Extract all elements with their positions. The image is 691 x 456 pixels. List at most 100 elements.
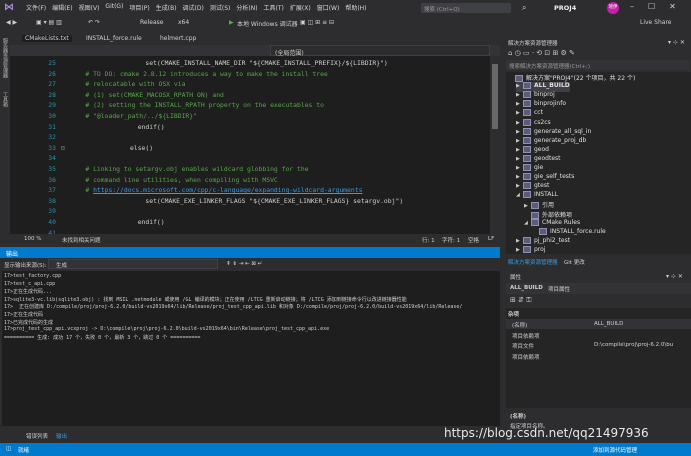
menu-item[interactable]: 编辑(E) <box>52 3 72 12</box>
server-explorer-tab[interactable]: 服务器资源管理器 <box>2 38 9 78</box>
code-line[interactable]: 26 # TO DO: cmake 2.8.12 introduces a wa… <box>10 70 490 81</box>
code-line[interactable]: 29 # (2) setting the INSTALL_RPATH prope… <box>10 101 490 112</box>
minimize-icon[interactable]: – <box>630 2 634 11</box>
categorized-icon[interactable]: ⊞ ⇵ ⚿ <box>510 296 532 305</box>
expand-icon[interactable]: ▶ <box>524 203 531 209</box>
search-icon[interactable]: ⌕ <box>522 3 526 13</box>
expand-icon[interactable]: ▶ <box>516 174 523 180</box>
expand-icon[interactable]: ▶ <box>516 147 523 153</box>
search-input[interactable]: 搜索 (Ctrl+Q) <box>421 3 511 13</box>
output-text[interactable]: 17>test_factory.cpp 17>test_c_api.cpp 17>正… <box>2 271 500 426</box>
fold-toggle[interactable]: ⊟ <box>61 144 65 152</box>
scroll-thumb[interactable] <box>492 64 498 129</box>
menu-item[interactable]: 窗口(W) <box>317 3 340 12</box>
platform-select[interactable]: x64 <box>178 19 189 26</box>
code-line[interactable]: 36 # command line utilities, when compil… <box>10 176 490 187</box>
expand-icon[interactable]: ▶ <box>516 238 523 244</box>
project-icon <box>523 191 531 199</box>
code-token: endif() <box>130 122 165 131</box>
maximize-icon[interactable]: ☐ <box>648 2 655 11</box>
property-row[interactable]: 项目依赖项 <box>506 330 691 340</box>
expand-icon[interactable]: ▶ <box>516 247 523 253</box>
property-value[interactable]: ALL_BUILD <box>594 321 623 327</box>
tab-output[interactable]: 输出 <box>56 432 67 440</box>
menu-item[interactable]: 扩展(X) <box>290 3 311 12</box>
code-line[interactable]: 39 <box>10 207 490 218</box>
run-debugger-button[interactable]: 本地 Windows 调试器 <box>237 19 298 28</box>
code-line[interactable]: 32 <box>10 133 490 144</box>
close-icon[interactable]: ✕ <box>669 2 676 11</box>
output-source-dropdown[interactable] <box>48 259 218 269</box>
undo-icon[interactable]: ↶ ↷ <box>88 19 100 26</box>
code-line[interactable]: 38 set(CMAKE_EXE_LINKER_FLAGS "${CMAKE_E… <box>10 197 490 208</box>
code-line[interactable]: 37 # https://docs.microsoft.com/cpp/c-la… <box>10 186 490 197</box>
pin-icon[interactable]: ▾ ⊹ ✕ <box>668 39 685 46</box>
code-line[interactable]: 35 # Linking to setargv.obj enables wild… <box>10 165 490 176</box>
code-line[interactable]: 40 endif() <box>10 218 490 229</box>
add-source-control-button[interactable]: 添加到源代码管理 <box>593 446 637 454</box>
code-line[interactable]: 34 <box>10 154 490 165</box>
expand-icon[interactable]: ▶ <box>516 92 523 98</box>
menu-item[interactable]: 调试(D) <box>183 3 204 12</box>
tab-error-list[interactable]: 错误列表 <box>26 432 48 440</box>
menu-item[interactable]: Git(G) <box>105 3 123 12</box>
issues-status: 未找到相关问题 <box>62 238 101 244</box>
scope-dropdown[interactable]: (全局范围) <box>270 45 490 57</box>
property-category[interactable]: 杂项 <box>506 308 691 318</box>
expand-icon[interactable]: ▶ <box>516 183 523 189</box>
expand-icon[interactable]: ◢ <box>516 192 523 198</box>
menu-item[interactable]: 测试(S) <box>210 3 231 12</box>
code-line[interactable]: 30 # "@loader_path/../${LIBDIR}" <box>10 112 490 123</box>
tab-solution-explorer[interactable]: 解决方案资源管理器 <box>508 258 558 266</box>
expand-icon[interactable]: ◢ <box>524 220 531 226</box>
zoom-level[interactable]: 100 % <box>24 236 41 242</box>
expand-icon[interactable]: ▶ <box>516 138 523 144</box>
code-link[interactable]: https://docs.microsoft.com/cpp/c-languag… <box>93 186 362 194</box>
tab-git-changes[interactable]: Git 更改 <box>564 258 585 266</box>
menu-item[interactable]: 文件(F) <box>26 3 46 12</box>
code-text: # TO DO: cmake 2.8.12 introduces a way t… <box>70 70 327 78</box>
code-line[interactable]: 27 # relocatable with OSX via <box>10 80 490 91</box>
pin-icon[interactable]: ▾ ⊹ ✕ <box>666 273 683 280</box>
output-toolbar-icons[interactable]: ⇞ ⇟ ⇥ ⇤ ⊠ ↵ <box>226 261 262 267</box>
property-row[interactable]: 项目依赖项 <box>506 351 691 361</box>
code-line[interactable]: 31 endif() <box>10 123 490 134</box>
menu-item[interactable]: 分析(N) <box>236 3 257 12</box>
solution-search-input[interactable]: 搜索解决方案资源管理器(Ctrl+;) <box>506 60 689 70</box>
back-icon[interactable]: ◀ ▶ <box>6 19 17 26</box>
menu-item[interactable]: 帮助(H) <box>345 3 366 12</box>
toolbar-icons[interactable]: ▣ ◫ ⊞ ≡ ⊟ <box>300 19 334 26</box>
expand-icon[interactable]: ▶ <box>516 110 523 116</box>
expand-icon[interactable]: ▶ <box>516 165 523 171</box>
tab-install-force-rule[interactable]: INSTALL_force.rule <box>86 35 142 42</box>
tab-cmakelists[interactable]: CMakeLists.txt <box>22 35 72 42</box>
menu-item[interactable]: 生成(B) <box>156 3 177 12</box>
property-row[interactable]: (名称) ALL_BUILD <box>506 319 691 329</box>
editor-scrollbar[interactable] <box>490 56 500 234</box>
run-icon[interactable]: ▶ <box>229 19 234 26</box>
menu-item[interactable]: 项目(P) <box>129 3 149 12</box>
property-value[interactable]: D:\compile\proj\proj-6.2.0\bu <box>594 342 673 348</box>
code-line[interactable]: 28 # (1) set(CMAKE_MACOSX_RPATH ON) and <box>10 91 490 102</box>
code-editor[interactable]: 25 set(CMAKE_INSTALL_NAME_DIR "${CMAKE_I… <box>10 56 490 234</box>
expand-icon[interactable]: ▶ <box>516 156 523 162</box>
tree-item[interactable]: ▶ proj <box>516 245 545 254</box>
code-line[interactable]: 33 ⊟ else() <box>10 144 490 155</box>
toolbox-tab[interactable]: 工具箱 <box>2 92 9 107</box>
menu-item[interactable]: 工具(T) <box>264 3 284 12</box>
solution-toolbar-icons[interactable]: ⌂ ◷ ▭ · ⟲ ⊡ ⊞ ⚙ ✎ <box>508 49 575 57</box>
menu-item[interactable]: 视图(V) <box>79 3 100 12</box>
properties-object-selector[interactable]: ALL_BUILD 项目属性 <box>506 283 691 294</box>
avatar[interactable]: 瑶伊 <box>607 2 619 14</box>
expand-icon[interactable]: ▶ <box>516 83 523 89</box>
expand-icon[interactable]: ▶ <box>516 120 523 126</box>
configuration-select[interactable]: Release <box>140 19 163 26</box>
code-line[interactable]: 25 set(CMAKE_INSTALL_NAME_DIR "${CMAKE_I… <box>10 59 490 70</box>
live-share-button[interactable]: Live Share <box>640 19 671 26</box>
expand-icon[interactable]: ▶ <box>516 129 523 135</box>
new-file-icon[interactable]: ▣ ▾ ▤ ▥ <box>36 19 62 26</box>
expand-icon[interactable]: ▶ <box>516 101 523 107</box>
tab-helmert-cpp[interactable]: helmert.cpp <box>160 35 196 42</box>
property-row[interactable]: 项目文件 D:\compile\proj\proj-6.2.0\bu <box>506 340 691 350</box>
project-icon <box>523 173 531 181</box>
